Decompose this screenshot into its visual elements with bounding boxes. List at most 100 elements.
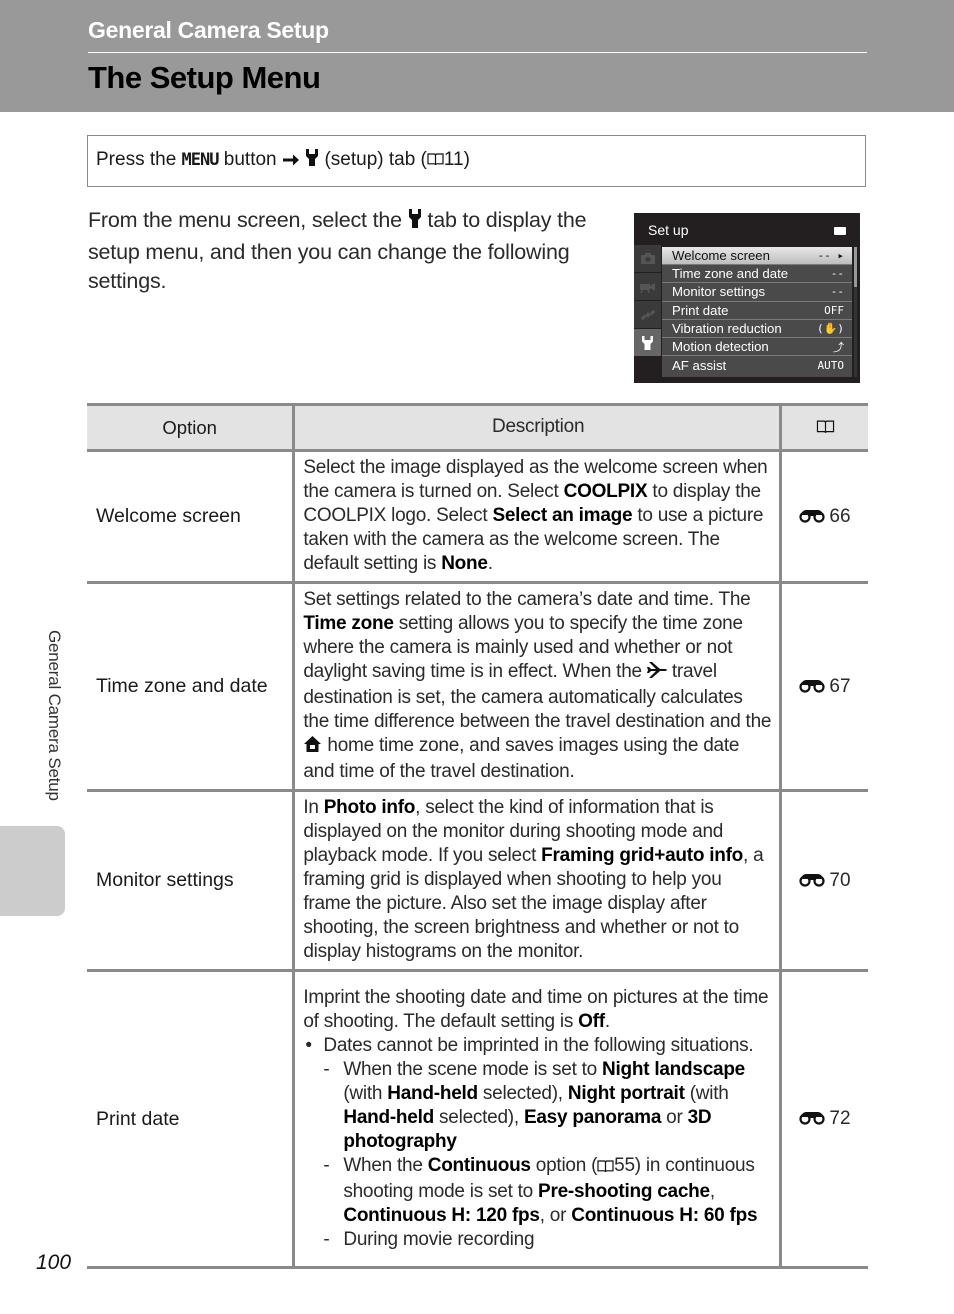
airplane-icon bbox=[646, 661, 667, 686]
reference-page-number: 72 bbox=[829, 1108, 851, 1129]
camera-icon bbox=[634, 245, 661, 272]
text-run: When the bbox=[343, 1154, 428, 1176]
option-description: Set settings related to the camera’s dat… bbox=[292, 582, 782, 792]
camera-menu-item: Monitor settings -- bbox=[662, 283, 852, 302]
vibration-reduction-icon: (✋) bbox=[817, 321, 844, 335]
wrench-icon bbox=[408, 208, 422, 238]
camera-menu-item-label: Welcome screen bbox=[672, 248, 770, 264]
text-run: , or bbox=[539, 1204, 572, 1226]
table-row: Print date Imprint the shooting date and … bbox=[87, 970, 868, 1269]
page-reference[interactable]: 66 bbox=[780, 450, 868, 584]
camera-screen-title: Set up bbox=[648, 222, 689, 238]
reference-page-number: 67 bbox=[829, 675, 851, 697]
bold-term: Time zone bbox=[303, 613, 394, 634]
binoculars-icon bbox=[799, 1109, 829, 1125]
description-text: Imprint the shooting date and time on pi… bbox=[303, 986, 773, 1034]
camera-setup-screen: Set up Welcome screen -- ▸ Time zone and … bbox=[634, 213, 860, 383]
camera-menu-item: Welcome screen -- ▸ bbox=[662, 247, 852, 266]
bold-term: Framing grid+auto info bbox=[541, 845, 744, 866]
reference-page-number: 70 bbox=[829, 869, 851, 891]
camera-menu-item-label: Monitor settings bbox=[672, 284, 766, 300]
option-description: In Photo info, select the kind of inform… bbox=[292, 790, 782, 972]
bold-term: Off bbox=[578, 1010, 605, 1032]
camera-menu-item: Vibration reduction (✋) bbox=[662, 320, 852, 338]
bold-term: Hand-held bbox=[343, 1106, 434, 1128]
book-icon bbox=[816, 418, 835, 433]
text-run: Imprint the shooting date and time on pi… bbox=[303, 986, 769, 1032]
column-header-description: Description bbox=[292, 403, 782, 452]
text-run: option ( bbox=[530, 1154, 598, 1176]
reference-page-number: 66 bbox=[829, 505, 851, 527]
setup-options-table: Option Description Welcome screen Select … bbox=[87, 403, 868, 1269]
nav-tab-text: (setup) tab ( bbox=[324, 149, 427, 170]
navigation-path-box: Press the MENU button (setup) tab (11) bbox=[87, 135, 866, 187]
binoculars-icon bbox=[799, 507, 829, 523]
camera-scrollbar-thumb bbox=[854, 247, 857, 287]
bold-term: Continuous H: 60 fps bbox=[571, 1204, 758, 1226]
camera-menu-item-value: AUTO bbox=[817, 358, 845, 372]
right-arrow-icon bbox=[282, 151, 300, 173]
wrench-icon bbox=[634, 329, 661, 356]
header-divider bbox=[88, 52, 867, 53]
table-header-row: Option Description bbox=[87, 403, 868, 452]
description-text: Select the image displayed as the welcom… bbox=[303, 456, 773, 576]
text-run: When the scene mode is set to bbox=[343, 1058, 602, 1080]
text-run: home time zone, and saves images using t… bbox=[303, 735, 740, 782]
camera-menu-item-value: -- bbox=[830, 267, 844, 281]
bold-term: Night portrait bbox=[567, 1082, 685, 1104]
camera-menu-item-label: Motion detection bbox=[672, 339, 769, 355]
camera-menu-item-label: Print date bbox=[672, 302, 729, 318]
book-icon bbox=[427, 150, 444, 166]
table-row: Time zone and date Set settings related t… bbox=[87, 582, 868, 792]
home-icon bbox=[303, 735, 322, 760]
camera-menu-item-value: -- ▸ bbox=[817, 249, 845, 263]
section-title: General Camera Setup bbox=[88, 17, 329, 43]
nav-prefix: Press the bbox=[96, 149, 177, 170]
bold-term: Night landscape bbox=[602, 1058, 745, 1080]
option-name: Print date bbox=[87, 970, 294, 1269]
wrench-icon bbox=[305, 148, 319, 173]
camera-menu-item: Time zone and date -- bbox=[662, 265, 852, 284]
sub-bullet-item: When the scene mode is set to Night land… bbox=[303, 1058, 773, 1154]
bold-term: Pre-shooting cache bbox=[538, 1180, 710, 1202]
bold-term: COOLPIX bbox=[563, 481, 648, 502]
text-run: . bbox=[487, 553, 493, 574]
page-number: 100 bbox=[36, 1251, 72, 1274]
camera-menu-item: Print date OFF bbox=[662, 302, 852, 320]
nav-button-word: button bbox=[223, 149, 277, 170]
option-description: Imprint the shooting date and time on pi… bbox=[292, 970, 782, 1269]
page-reference[interactable]: 67 bbox=[780, 582, 868, 792]
text-run: Set settings related to the camera’s dat… bbox=[303, 589, 751, 610]
sub-bullet-item: When the Continuous option (55) in conti… bbox=[303, 1154, 773, 1228]
side-thumb-tab bbox=[0, 826, 65, 916]
description-text: In Photo info, select the kind of inform… bbox=[303, 796, 773, 964]
camera-menu-item-label: AF assist bbox=[672, 357, 727, 373]
camera-scrollbar bbox=[854, 247, 857, 377]
nav-page-ref: 11 bbox=[443, 149, 464, 170]
text-run: (with bbox=[684, 1082, 729, 1104]
bold-term: Photo info bbox=[323, 797, 416, 818]
text-run: (with bbox=[343, 1082, 388, 1104]
camera-menu-item: Motion detection ⤴ bbox=[662, 338, 852, 357]
option-name: Time zone and date bbox=[87, 582, 294, 792]
camera-screen-tabs bbox=[634, 245, 661, 357]
bold-term: Select an image bbox=[492, 505, 633, 526]
sub-bullet-item: During movie recording bbox=[303, 1228, 773, 1252]
page-reference[interactable]: 72 bbox=[780, 970, 868, 1269]
camera-menu-item-label: Time zone and date bbox=[672, 266, 789, 282]
option-name: Monitor settings bbox=[87, 790, 294, 972]
book-icon bbox=[597, 1156, 614, 1180]
binoculars-icon bbox=[799, 871, 829, 887]
page-title: The Setup Menu bbox=[88, 60, 321, 95]
text-run: In bbox=[303, 797, 324, 818]
binoculars-icon bbox=[799, 677, 829, 693]
text-run: selected), bbox=[477, 1082, 568, 1104]
bullet-item: Dates cannot be imprinted in the followi… bbox=[303, 1034, 773, 1058]
intro-paragraph: From the menu screen, select the tab to … bbox=[88, 206, 613, 297]
camera-menu-item-value: OFF bbox=[824, 303, 844, 317]
text-run: or bbox=[661, 1106, 688, 1128]
side-tab-label: General Camera Setup bbox=[45, 630, 64, 801]
page-reference[interactable]: 70 bbox=[780, 790, 868, 972]
camera-menu-item: AF assist AUTO bbox=[662, 356, 852, 374]
text-run: selected), bbox=[434, 1106, 524, 1128]
